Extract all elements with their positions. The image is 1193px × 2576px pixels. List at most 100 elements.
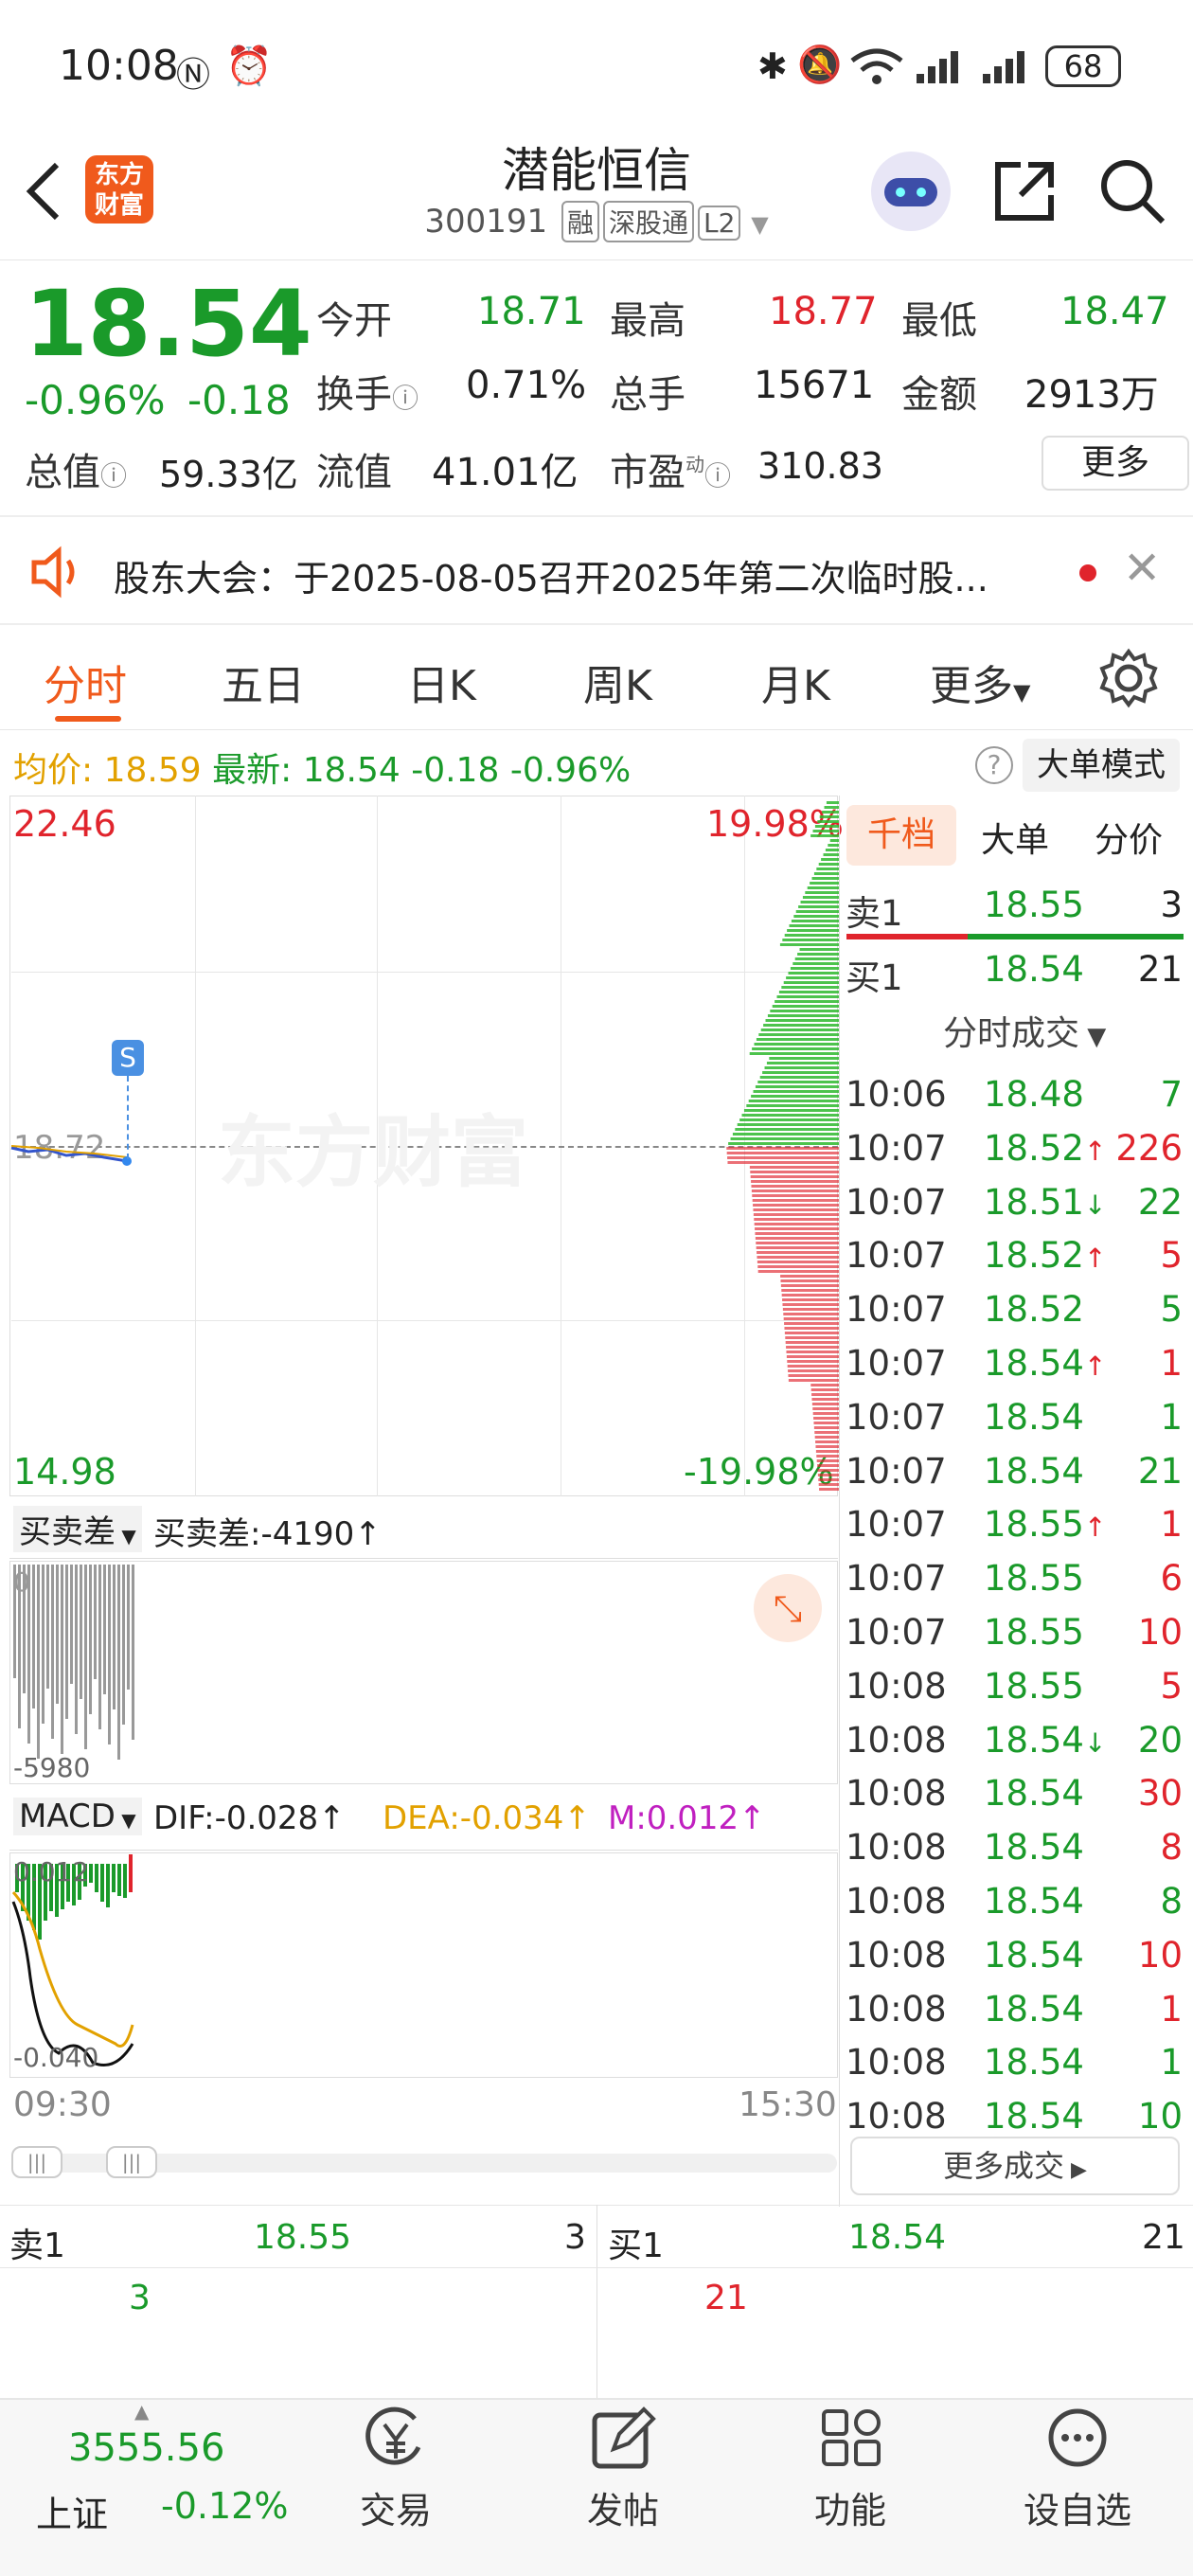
chevron-down-icon[interactable]: ▼ xyxy=(751,211,768,238)
yen-icon xyxy=(365,2406,421,2465)
pe-label[interactable]: 市盈动ⓘ xyxy=(610,441,731,496)
trade-volume: 5 xyxy=(1160,1235,1183,1277)
trade-time: 10:07 xyxy=(846,1343,947,1384)
trade-volume: 8 xyxy=(1160,1827,1183,1869)
trades-header[interactable]: 分时成交 ▼ xyxy=(943,1006,1106,1055)
index-percent[interactable]: -0.12% xyxy=(161,2485,288,2527)
index-value[interactable]: 3555.56 xyxy=(68,2426,224,2470)
depth-bar xyxy=(819,815,839,818)
tab-monthly-k[interactable]: 月K xyxy=(761,652,830,712)
tab-large-orders[interactable]: 大单 xyxy=(981,813,1049,862)
notice-bar[interactable]: 股东大会：于2025-08-05召开2025年第二次临时股... ✕ xyxy=(0,515,1193,625)
depth-bar xyxy=(810,834,839,837)
depth-bar xyxy=(754,1223,839,1225)
sell-marker[interactable]: S xyxy=(112,1040,144,1076)
depth-bar xyxy=(782,1308,839,1311)
depth-bar xyxy=(780,1284,839,1287)
nav-functions[interactable]: 功能 xyxy=(765,2406,935,2533)
bottom-buy-price: 18.54 xyxy=(848,2218,947,2257)
depth-bar xyxy=(753,1204,839,1207)
tab-weekly-k[interactable]: 周K xyxy=(583,652,652,712)
buy-queue-value: 21 xyxy=(704,2279,748,2317)
trade-time: 10:07 xyxy=(846,1612,947,1653)
nav-add-favorite[interactable]: 设自选 xyxy=(992,2406,1163,2533)
status-time: 10:08 xyxy=(59,42,179,90)
close-icon[interactable]: ✕ xyxy=(1123,542,1161,595)
depth-bar xyxy=(730,1137,839,1140)
trade-price: 18.51↓ xyxy=(984,1181,1107,1223)
trade-row: 10:07 18.54 21 xyxy=(846,1445,1186,1499)
mktcap-label[interactable]: 总值ⓘ xyxy=(25,441,127,496)
trade-volume: 10 xyxy=(1137,1934,1183,1976)
trade-price: 18.55 xyxy=(984,1558,1084,1600)
depth-bar xyxy=(816,868,839,870)
tab-depth[interactable]: 千档 xyxy=(846,805,956,866)
speaker-icon xyxy=(31,546,75,599)
spread-selector[interactable]: 买卖差 ▼ xyxy=(13,1506,142,1552)
info-icon[interactable]: ⓘ xyxy=(100,460,127,492)
depth-bar xyxy=(783,1313,839,1315)
spread-bar xyxy=(61,1565,63,1754)
depth-bar xyxy=(756,1038,839,1041)
depth-bar xyxy=(757,1081,839,1083)
depth-bar xyxy=(818,1478,839,1481)
share-icon[interactable] xyxy=(990,157,1059,225)
depth-bar xyxy=(750,1175,839,1178)
tab-five-day[interactable]: 五日 xyxy=(222,652,305,712)
trade-row: 10:08 18.54 30 xyxy=(846,1767,1186,1821)
depth-bar xyxy=(757,1256,839,1259)
volume-label: 总手 xyxy=(610,373,686,417)
tab-intraday[interactable]: 分时 xyxy=(44,652,127,712)
change-percent: -0.96% xyxy=(25,377,166,423)
depth-bar xyxy=(772,1005,839,1008)
trade-row: 10:08 18.55 5 xyxy=(846,1660,1186,1714)
trade-time: 10:07 xyxy=(846,1504,947,1546)
expand-icon[interactable]: ⤡ xyxy=(754,1574,822,1642)
tab-more[interactable]: 更多▼ xyxy=(930,652,1030,712)
index-name[interactable]: 上证 xyxy=(36,2485,108,2537)
nav-post[interactable]: 发帖 xyxy=(538,2406,708,2533)
tab-daily-k[interactable]: 日K xyxy=(407,652,476,712)
depth-bar xyxy=(793,915,839,918)
scroll-handle-left[interactable]: ||| xyxy=(11,2146,62,2178)
more-quote-button[interactable]: 更多 xyxy=(1042,436,1189,491)
depth-bar xyxy=(794,957,839,960)
depth-bar xyxy=(759,1076,839,1079)
help-icon[interactable]: ? xyxy=(975,746,1013,784)
depth-bar xyxy=(781,986,839,989)
y-min-label: 14.98 xyxy=(13,1451,116,1493)
depth-bar xyxy=(752,1194,839,1197)
depth-bar xyxy=(756,1242,839,1244)
depth-bar xyxy=(753,1090,839,1093)
chevron-up-icon[interactable]: ▲ xyxy=(134,2400,149,2423)
trade-volume: 20 xyxy=(1137,1719,1183,1761)
depth-bar xyxy=(743,1109,839,1112)
spread-bar xyxy=(32,1565,35,1708)
info-icon[interactable]: ⓘ xyxy=(392,383,418,414)
trade-volume: 6 xyxy=(1160,1558,1183,1600)
scroll-handle-right[interactable]: ||| xyxy=(106,2146,157,2178)
spread-bar xyxy=(113,1565,116,1709)
turnover-label[interactable]: 换手ⓘ xyxy=(316,364,418,419)
trade-time: 10:08 xyxy=(846,2042,947,2084)
assistant-avatar[interactable] xyxy=(871,152,951,231)
large-order-mode-button[interactable]: 大单模式 xyxy=(1023,739,1180,792)
depth-bar xyxy=(757,1265,839,1268)
gear-icon[interactable] xyxy=(1098,648,1159,708)
more-trades-button[interactable]: 更多成交 ▶ xyxy=(850,2137,1180,2195)
nav-trade[interactable]: 交易 xyxy=(311,2406,481,2533)
spread-bar xyxy=(46,1565,49,1689)
depth-bar xyxy=(775,1000,839,1003)
search-icon[interactable] xyxy=(1096,155,1168,227)
depth-bar xyxy=(779,943,839,946)
trade-price: 18.54 xyxy=(984,2042,1084,2084)
depth-bar xyxy=(784,934,839,937)
info-icon[interactable]: ⓘ xyxy=(704,460,731,492)
depth-bar xyxy=(781,1289,839,1292)
macd-selector[interactable]: MACD ▼ xyxy=(13,1798,142,1835)
tab-price-distribution[interactable]: 分价 xyxy=(1095,813,1163,862)
depth-bar xyxy=(751,1185,839,1188)
spread-bar xyxy=(127,1565,130,1690)
high-value: 18.77 xyxy=(769,290,878,333)
spread-axis-top: 0 xyxy=(13,1566,30,1598)
